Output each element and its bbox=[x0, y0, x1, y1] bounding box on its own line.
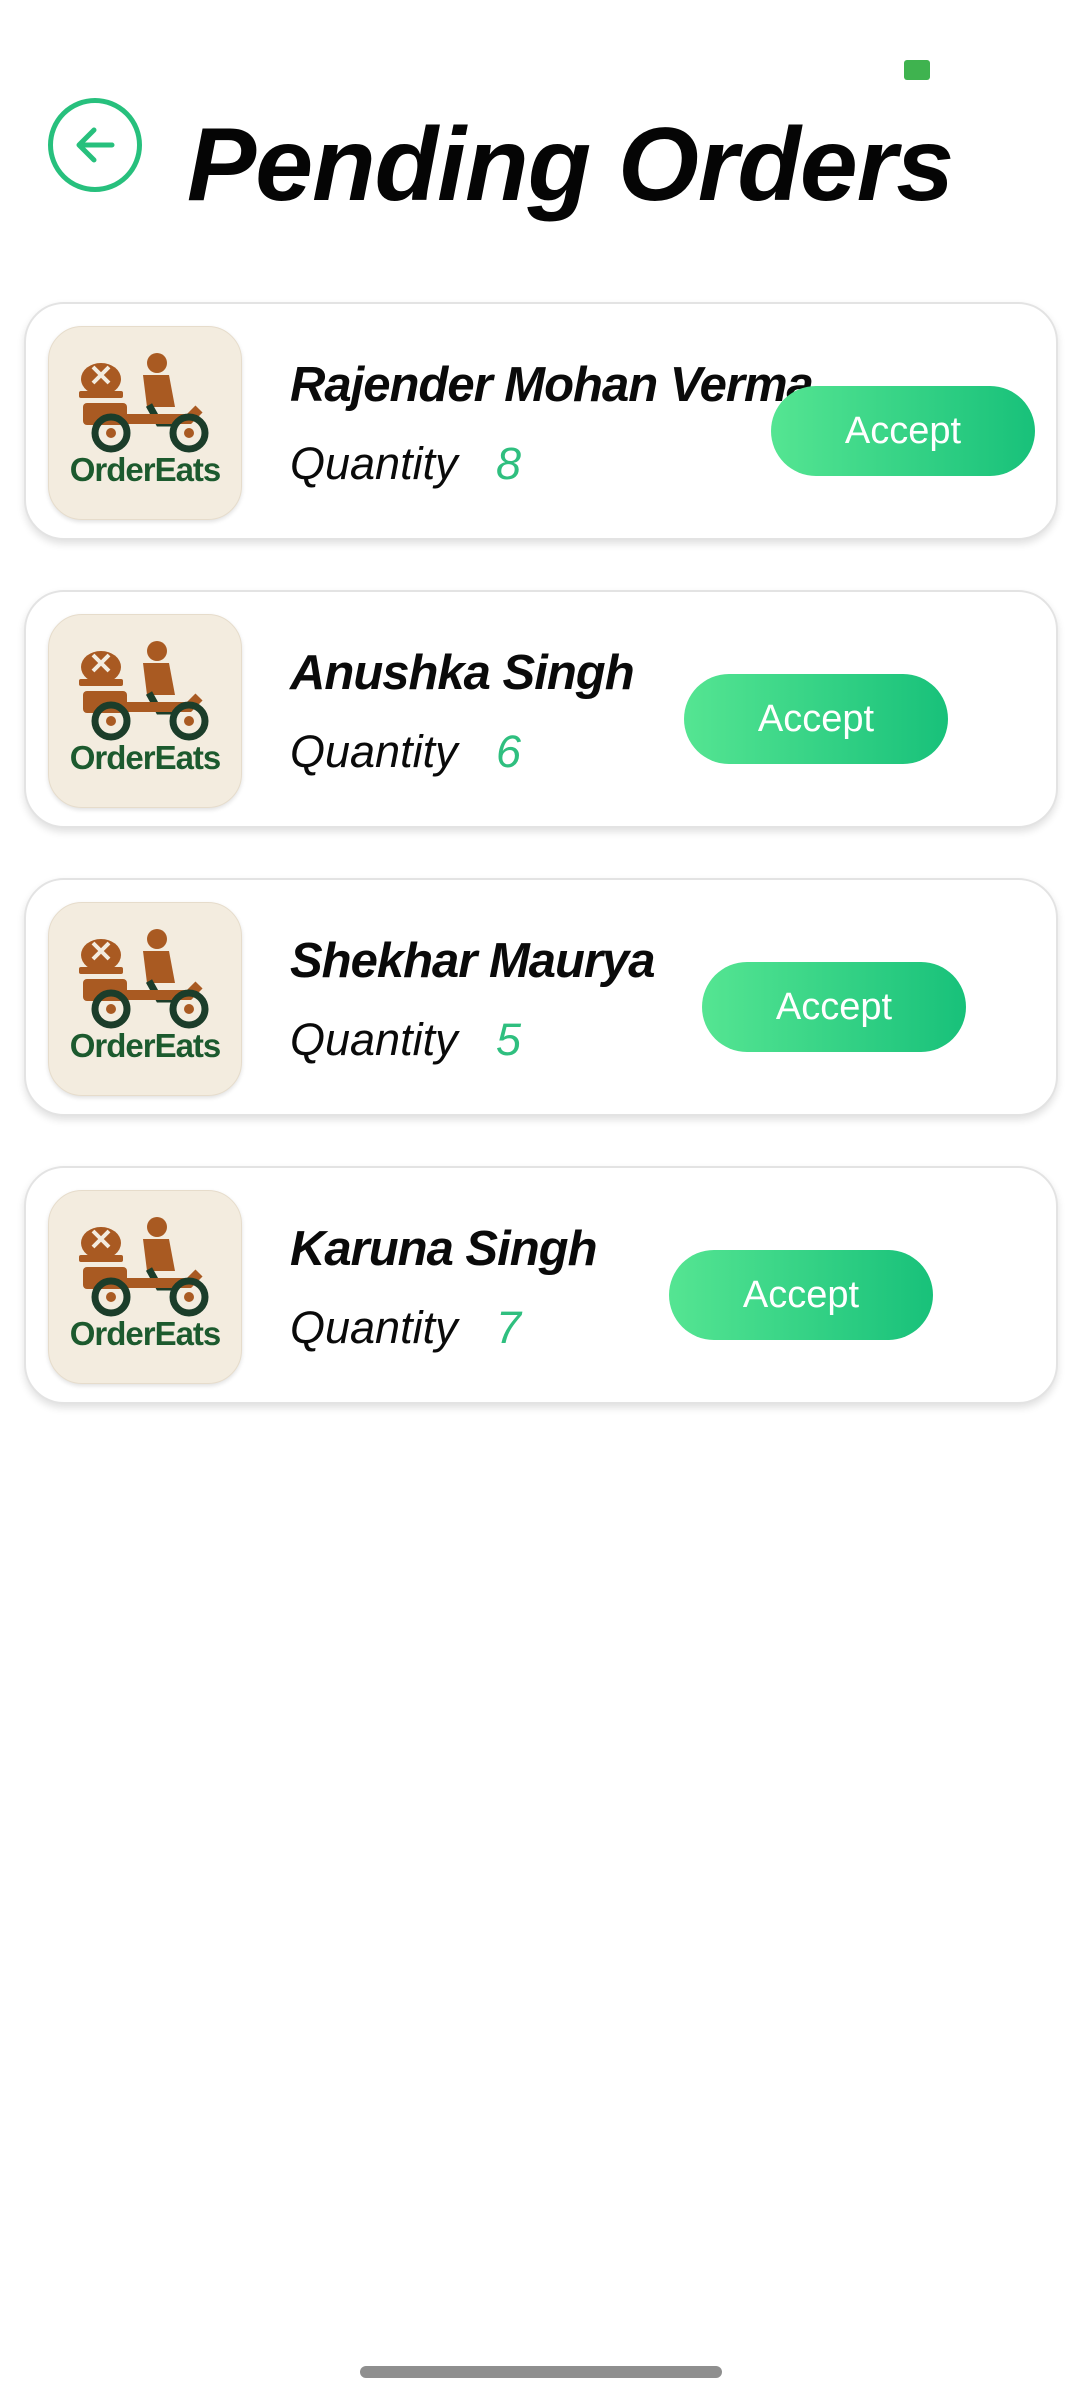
quantity-label: Quantity bbox=[290, 438, 458, 489]
quantity-value: 6 bbox=[496, 726, 522, 777]
home-indicator[interactable] bbox=[360, 2366, 722, 2378]
page-title: Pending Orders bbox=[186, 107, 954, 223]
quantity-label: Quantity bbox=[290, 1014, 458, 1065]
accept-button[interactable]: Accept bbox=[702, 962, 966, 1052]
customer-name: Rajender Mohan Verma bbox=[290, 358, 814, 412]
logo-brand-text: OrderEats bbox=[69, 451, 222, 488]
order-card: OrderEats Shekhar Maurya Quantity 5 Acce… bbox=[24, 878, 1058, 1116]
quantity-value: 7 bbox=[496, 1302, 522, 1353]
quantity-label: Quantity bbox=[290, 1302, 458, 1353]
customer-name: Shekhar Maurya bbox=[290, 934, 656, 988]
order-card: OrderEats Karuna Singh Quantity 7 Accept bbox=[24, 1166, 1058, 1404]
quantity-label: Quantity bbox=[290, 726, 458, 777]
customer-name: Karuna Singh bbox=[290, 1222, 598, 1276]
order-list: OrderEats Rajender Mohan Verma Quantity … bbox=[24, 302, 1058, 1454]
delivery-scooter-icon bbox=[79, 1217, 209, 1317]
logo-brand-text: OrderEats bbox=[69, 739, 222, 776]
order-card: OrderEats Rajender Mohan Verma Quantity … bbox=[24, 302, 1058, 540]
restaurant-logo: OrderEats bbox=[48, 902, 242, 1096]
logo-brand-text: OrderEats bbox=[69, 1315, 222, 1352]
order-card: OrderEats Anushka Singh Quantity 6 Accep… bbox=[24, 590, 1058, 828]
accept-button[interactable]: Accept bbox=[771, 386, 1035, 476]
delivery-scooter-icon bbox=[79, 353, 209, 453]
status-indicator bbox=[904, 60, 930, 80]
delivery-scooter-icon bbox=[79, 929, 209, 1029]
delivery-scooter-icon bbox=[79, 641, 209, 741]
logo-brand-text: OrderEats bbox=[69, 1027, 222, 1064]
accept-button[interactable]: Accept bbox=[669, 1250, 933, 1340]
quantity-value: 8 bbox=[496, 438, 522, 489]
accept-button[interactable]: Accept bbox=[684, 674, 948, 764]
restaurant-logo: OrderEats bbox=[48, 326, 242, 520]
quantity-value: 5 bbox=[496, 1014, 522, 1065]
customer-name: Anushka Singh bbox=[290, 646, 635, 700]
restaurant-logo: OrderEats bbox=[48, 1190, 242, 1384]
restaurant-logo: OrderEats bbox=[48, 614, 242, 808]
